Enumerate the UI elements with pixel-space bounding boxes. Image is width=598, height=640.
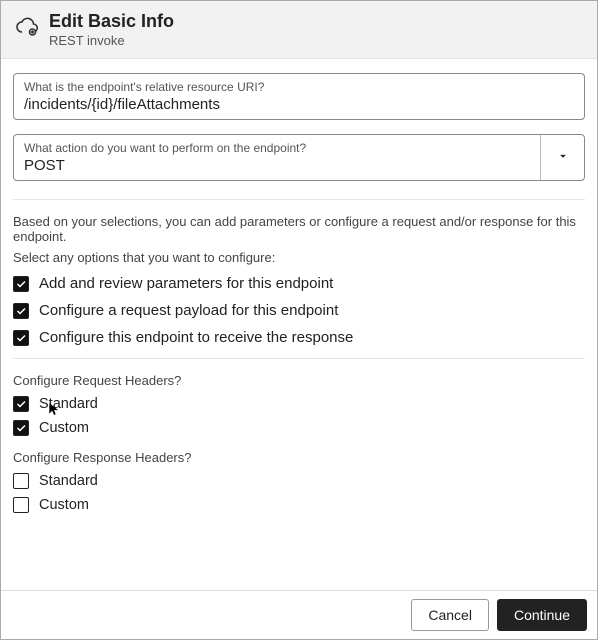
checkbox-req-custom[interactable] — [13, 420, 29, 436]
checkbox-add-params[interactable] — [13, 276, 29, 292]
req-headers-standard[interactable]: Standard — [13, 396, 585, 412]
checkbox-req-payload[interactable] — [13, 303, 29, 319]
uri-input[interactable] — [24, 94, 574, 115]
cancel-button[interactable]: Cancel — [411, 599, 489, 631]
uri-label: What is the endpoint's relative resource… — [24, 80, 574, 94]
dialog-header: Edit Basic Info REST invoke — [1, 1, 597, 59]
chevron-down-icon — [556, 149, 570, 166]
dialog-title: Edit Basic Info — [49, 11, 174, 32]
dialog-footer: Cancel Continue — [1, 590, 597, 639]
cloud-invoke-icon — [15, 15, 39, 39]
resp-headers-custom[interactable]: Custom — [13, 497, 585, 513]
req-headers-label: Configure Request Headers? — [13, 373, 585, 388]
option-label: Configure a request payload for this end… — [39, 302, 338, 319]
divider — [13, 199, 585, 200]
checkbox-recv-response[interactable] — [13, 330, 29, 346]
action-label: What action do you want to perform on th… — [24, 141, 530, 155]
continue-button[interactable]: Continue — [497, 599, 587, 631]
edit-basic-info-dialog: Edit Basic Info REST invoke What is the … — [0, 0, 598, 640]
action-value: POST — [24, 155, 530, 176]
checkbox-resp-standard[interactable] — [13, 473, 29, 489]
req-headers-custom[interactable]: Custom — [13, 420, 585, 436]
uri-field-wrap[interactable]: What is the endpoint's relative resource… — [13, 73, 585, 120]
option-label: Configure this endpoint to receive the r… — [39, 329, 353, 346]
option-recv-response[interactable]: Configure this endpoint to receive the r… — [13, 329, 585, 346]
dialog-subtitle: REST invoke — [49, 33, 174, 48]
divider — [13, 358, 585, 359]
option-add-params[interactable]: Add and review parameters for this endpo… — [13, 275, 585, 292]
info-line-1: Based on your selections, you can add pa… — [13, 214, 585, 244]
dialog-body: What is the endpoint's relative resource… — [1, 59, 597, 590]
resp-headers-options: Standard Custom — [13, 473, 585, 513]
option-label: Custom — [39, 497, 89, 513]
option-label: Standard — [39, 396, 98, 412]
checkbox-resp-custom[interactable] — [13, 497, 29, 513]
resp-headers-standard[interactable]: Standard — [13, 473, 585, 489]
action-dropdown-button[interactable] — [540, 135, 584, 180]
option-label: Custom — [39, 420, 89, 436]
option-label: Add and review parameters for this endpo… — [39, 275, 333, 292]
req-headers-options: Standard Custom — [13, 396, 585, 436]
configure-options: Add and review parameters for this endpo… — [13, 275, 585, 346]
option-label: Standard — [39, 473, 98, 489]
action-field-wrap[interactable]: What action do you want to perform on th… — [13, 134, 585, 181]
checkbox-req-standard[interactable] — [13, 396, 29, 412]
info-line-2: Select any options that you want to conf… — [13, 250, 585, 265]
resp-headers-label: Configure Response Headers? — [13, 450, 585, 465]
option-req-payload[interactable]: Configure a request payload for this end… — [13, 302, 585, 319]
